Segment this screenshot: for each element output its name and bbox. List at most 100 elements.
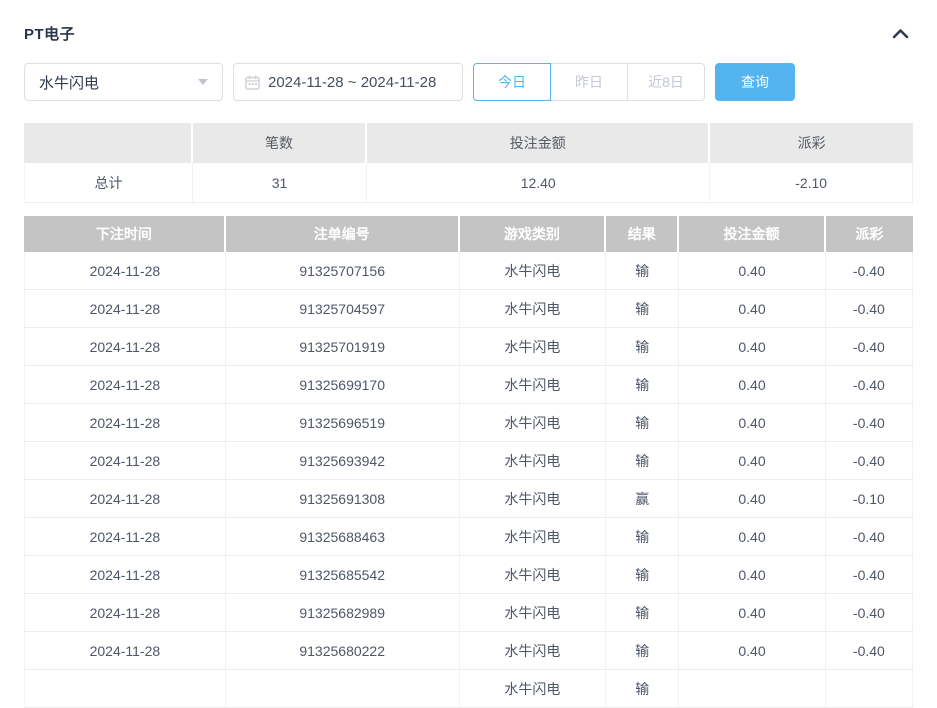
records-column-header: 结果 [606, 216, 679, 252]
table-cell: 91325682989 [226, 594, 460, 632]
records-body: 2024-11-2891325707156水牛闪电输0.40-0.402024-… [24, 252, 913, 708]
table-cell: 水牛闪电 [460, 252, 607, 290]
table-cell: 0.40 [679, 594, 826, 632]
table-cell: -0.10 [826, 480, 913, 518]
date-range-value: 2024-11-28 ~ 2024-11-28 [268, 74, 436, 91]
table-cell: 0.40 [679, 252, 826, 290]
table-cell [24, 670, 226, 708]
summary-count-value: 31 [193, 163, 367, 203]
table-cell: -0.40 [826, 594, 913, 632]
records-header-row: 下注时间注单编号游戏类别结果投注金额派彩 [24, 216, 913, 252]
table-cell: 91325685542 [226, 556, 460, 594]
table-cell: 输 [606, 632, 679, 670]
table-row: 2024-11-2891325693942水牛闪电输0.40-0.40 [24, 442, 913, 480]
table-cell: 91325707156 [226, 252, 460, 290]
table-row: 2024-11-2891325704597水牛闪电输0.40-0.40 [24, 290, 913, 328]
summary-column-header [24, 123, 193, 163]
table-cell: 2024-11-28 [24, 442, 226, 480]
table-cell: 0.40 [679, 366, 826, 404]
summary-table: 笔数投注金额派彩 总计 31 12.40 -2.10 [24, 123, 913, 203]
table-cell: 0.40 [679, 442, 826, 480]
table-cell: 91325704597 [226, 290, 460, 328]
table-cell: 输 [606, 252, 679, 290]
table-row: 2024-11-2891325696519水牛闪电输0.40-0.40 [24, 404, 913, 442]
table-cell: 2024-11-28 [24, 404, 226, 442]
table-cell: 水牛闪电 [460, 556, 607, 594]
caret-down-icon [198, 79, 208, 85]
table-cell: 2024-11-28 [24, 480, 226, 518]
date-range-input[interactable]: 2024-11-28 ~ 2024-11-28 [233, 63, 463, 101]
query-button[interactable]: 查询 [715, 63, 795, 101]
summary-total-label: 总计 [24, 163, 193, 203]
summary-bet-amount-value: 12.40 [367, 163, 710, 203]
table-cell: 0.40 [679, 404, 826, 442]
records-column-header: 注单编号 [226, 216, 460, 252]
records-column-header: 投注金额 [679, 216, 826, 252]
table-cell: 0.40 [679, 480, 826, 518]
table-cell: 输 [606, 290, 679, 328]
table-row: 2024-11-2891325680222水牛闪电输0.40-0.40 [24, 632, 913, 670]
table-cell [226, 670, 460, 708]
table-cell: 水牛闪电 [460, 290, 607, 328]
records-column-header: 下注时间 [24, 216, 226, 252]
table-cell: 输 [606, 670, 679, 708]
table-cell: -0.40 [826, 366, 913, 404]
table-cell: 91325688463 [226, 518, 460, 556]
table-cell: 91325693942 [226, 442, 460, 480]
table-cell: 水牛闪电 [460, 404, 607, 442]
table-cell: 2024-11-28 [24, 366, 226, 404]
game-select[interactable]: 水牛闪电 [24, 63, 223, 101]
table-cell [826, 670, 913, 708]
table-cell: 91325691308 [226, 480, 460, 518]
table-cell: 2024-11-28 [24, 556, 226, 594]
table-cell: 水牛闪电 [460, 632, 607, 670]
table-row: 2024-11-2891325685542水牛闪电输0.40-0.40 [24, 556, 913, 594]
table-cell: 2024-11-28 [24, 328, 226, 366]
quick-range-button-2[interactable]: 近8日 [627, 63, 705, 101]
collapse-button[interactable] [888, 26, 913, 41]
table-cell: 0.40 [679, 290, 826, 328]
table-cell: 91325680222 [226, 632, 460, 670]
table-cell: 水牛闪电 [460, 328, 607, 366]
table-cell [679, 670, 826, 708]
filter-bar: 水牛闪电 2024-11-28 ~ 2024-11-28 今日昨日近8日 查询 [24, 63, 913, 101]
table-cell: -0.40 [826, 518, 913, 556]
table-cell: -0.40 [826, 404, 913, 442]
table-cell: 0.40 [679, 556, 826, 594]
summary-header-row: 笔数投注金额派彩 [24, 123, 913, 163]
table-row: 2024-11-2891325682989水牛闪电输0.40-0.40 [24, 594, 913, 632]
table-cell: 2024-11-28 [24, 594, 226, 632]
table-cell: 输 [606, 518, 679, 556]
chevron-up-icon [892, 26, 909, 43]
quick-range-button-0[interactable]: 今日 [473, 63, 551, 101]
table-cell: 0.40 [679, 632, 826, 670]
records-column-header: 派彩 [826, 216, 913, 252]
game-select-value: 水牛闪电 [39, 72, 99, 93]
quick-range-group: 今日昨日近8日 [473, 63, 705, 101]
table-cell: 水牛闪电 [460, 670, 607, 708]
page-title: PT电子 [24, 23, 75, 44]
table-cell: 2024-11-28 [24, 518, 226, 556]
table-cell: 0.40 [679, 518, 826, 556]
quick-range-button-1[interactable]: 昨日 [550, 63, 628, 101]
table-cell: 输 [606, 328, 679, 366]
calendar-icon [245, 75, 260, 90]
table-cell: 水牛闪电 [460, 518, 607, 556]
table-cell: 输 [606, 556, 679, 594]
summary-column-header: 投注金额 [367, 123, 710, 163]
summary-column-header: 笔数 [193, 123, 367, 163]
table-cell: 2024-11-28 [24, 290, 226, 328]
table-cell: -0.40 [826, 290, 913, 328]
table-cell: -0.40 [826, 556, 913, 594]
table-cell: -0.40 [826, 632, 913, 670]
table-row: 2024-11-2891325701919水牛闪电输0.40-0.40 [24, 328, 913, 366]
table-cell: 输 [606, 404, 679, 442]
table-cell: 91325699170 [226, 366, 460, 404]
panel-header: PT电子 [24, 0, 913, 43]
table-cell: 2024-11-28 [24, 632, 226, 670]
table-cell: -0.40 [826, 252, 913, 290]
table-cell: 输 [606, 366, 679, 404]
table-cell: -0.40 [826, 442, 913, 480]
table-cell: 0.40 [679, 328, 826, 366]
table-cell: 输 [606, 594, 679, 632]
